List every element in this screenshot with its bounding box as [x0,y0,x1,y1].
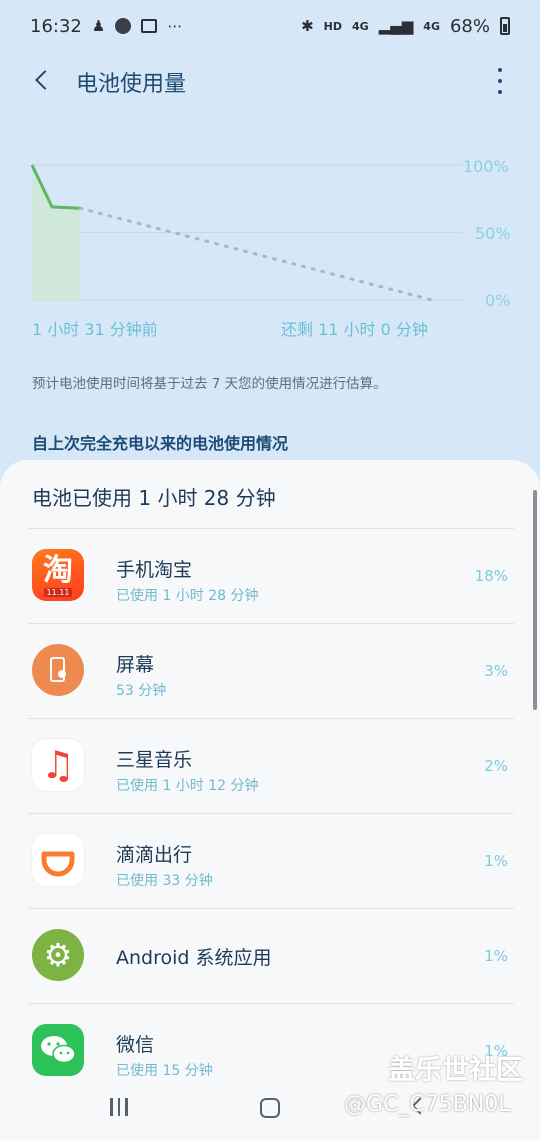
usage-card: 电池已使用 1 小时 28 分钟 淘 11.11 手机淘宝 已使用 1 小时 2… [0,460,540,1080]
wechat-icon [32,1024,84,1076]
app-name: 滴滴出行 [116,844,193,866]
app-usage-row[interactable]: ♫ 三星音乐 已使用 1 小时 12 分钟 2% [28,718,514,813]
used-area [32,165,80,300]
gear-icon: ⚙ [32,929,84,981]
x-label-end: 还剩 11 小时 0 分钟 [281,320,428,339]
x-label-start: 1 小时 31 分钟前 [32,320,158,339]
recent-apps-icon [125,1098,128,1116]
network-4g-1: 4G [352,19,369,33]
more-dot-icon [498,79,502,83]
didi-icon [32,834,84,886]
music-glyph: ♫ [40,743,76,787]
estimate-note: 预计电池使用时间将基于过去 7 天您的使用情况进行估算。 [32,376,387,392]
app-usage-percent: 18% [474,567,508,585]
status-bar: 16:32 ♟ ⋯ ✱ HD 4G ▂▄▆ 4G 68% [0,0,540,52]
gallery-icon [141,19,158,33]
battery-chart: 100% 50% 0% 1 小时 31 分钟前 还剩 11 小时 0 分钟 [0,140,540,350]
notification-icon: ♟ [91,17,106,35]
watermark-user: @GC_C75BN0L [344,1092,511,1117]
app-usage-time: 已使用 1 小时 12 分钟 [116,778,259,794]
page-title: 电池使用量 [76,72,187,97]
app-usage-percent: 1% [484,947,508,965]
app-name: 三星音乐 [116,749,193,771]
app-usage-time: 已使用 33 分钟 [116,873,213,889]
app-usage-row[interactable]: 屏幕 53 分钟 3% [28,623,514,718]
gear-glyph: ⚙ [43,936,73,974]
home-button[interactable] [260,1098,280,1118]
more-options-button[interactable] [496,68,504,94]
app-name: Android 系统应用 [116,947,272,969]
screen-glyph [50,657,66,682]
app-usage-percent: 1% [484,852,508,870]
app-bar: 电池使用量 [0,52,540,108]
back-button[interactable] [30,66,55,94]
scrollbar[interactable] [533,490,537,710]
status-time: 16:32 [30,15,82,37]
wechat-glyph [41,1036,76,1064]
taobao-icon: 淘 11.11 [32,549,84,601]
bluetooth-icon: ✱ [301,17,314,35]
app-usage-row[interactable]: 淘 11.11 手机淘宝 已使用 1 小时 28 分钟 18% [28,528,514,623]
signal-icon: ▂▄▆ [378,17,414,35]
projected-line [78,206,434,302]
taobao-glyph: 淘 [43,552,73,588]
screen-icon [32,644,84,696]
app-usage-percent: 2% [484,757,508,775]
app-name: 屏幕 [116,654,155,676]
more-dot-icon [498,68,502,72]
taobao-badge: 11.11 [43,587,73,597]
battery-icon [500,17,510,35]
more-dot-icon [498,90,502,94]
recent-apps-icon [117,1098,120,1116]
app-usage-time: 53 分钟 [116,683,167,699]
hd-indicator: HD [323,19,342,33]
network-4g-2: 4G [423,19,440,33]
app-usage-time: 已使用 1 小时 28 分钟 [116,588,259,604]
app-usage-row[interactable]: 滴滴出行 已使用 33 分钟 1% [28,813,514,908]
y-tick-label: 100% [463,157,509,176]
chevron-left-icon [35,70,55,90]
watermark-title: 盖乐世社区 [388,1055,523,1086]
section-title: 自上次完全充电以来的电池使用情况 [32,434,289,453]
app-usage-row[interactable]: ⚙ Android 系统应用 1% [28,908,514,1003]
battery-percent: 68% [449,15,490,37]
recent-apps-button[interactable] [110,1098,128,1116]
app-name: 手机淘宝 [116,559,193,581]
app-notification-icon [115,18,132,34]
music-icon: ♫ [32,739,84,791]
more-notifications-icon: ⋯ [167,17,183,35]
app-usage-percent: 3% [484,662,508,680]
usage-summary: 电池已使用 1 小时 28 分钟 [32,486,276,510]
y-tick-label: 50% [475,224,511,243]
y-tick-label: 0% [485,291,511,310]
app-name: 微信 [116,1034,155,1056]
didi-glyph [41,851,75,877]
app-usage-time: 已使用 15 分钟 [116,1063,213,1079]
recent-apps-icon [110,1098,113,1116]
